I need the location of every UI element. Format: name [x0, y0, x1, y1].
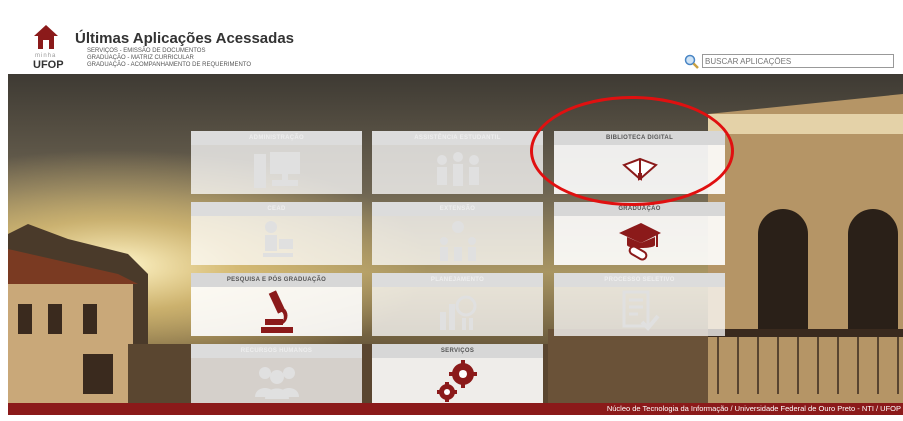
page-title: Últimas Aplicações Acessadas: [75, 30, 295, 47]
tile-pesquisa-pos-graduacao[interactable]: PESQUISA E PÓS GRADUAÇÃO: [191, 273, 362, 336]
tile-label: PESQUISA E PÓS GRADUAÇÃO: [191, 273, 362, 287]
house-icon: [34, 25, 58, 49]
tile-label: ASSISTÊNCIA ESTUDANTIL: [372, 131, 543, 145]
tile-cead[interactable]: CEAD: [191, 202, 362, 265]
graduation-cap-icon: [618, 222, 661, 260]
search-box: [684, 54, 894, 70]
recent-app-link[interactable]: GRADUAÇÃO - ACOMPANHAMENTO DE REQUERIMEN…: [87, 62, 251, 69]
network-icon: [439, 220, 476, 261]
tile-recursos-humanos[interactable]: RECURSOS HUMANOS: [191, 344, 362, 403]
computer-icon: [253, 151, 300, 188]
gears-icon: [436, 359, 477, 402]
tile-administracao[interactable]: ADMINISTRAÇÃO: [191, 131, 362, 194]
student-desk-icon: [262, 220, 293, 257]
people-icon: [254, 366, 299, 399]
search-input[interactable]: [702, 54, 894, 68]
ufop-logo[interactable]: minha UFOP: [33, 24, 64, 71]
tile-assistencia-estudantil[interactable]: ASSISTÊNCIA ESTUDANTIL: [372, 131, 543, 194]
tile-processo-seletivo[interactable]: PROCESSO SELETIVO: [554, 273, 725, 336]
tile-label: PLANEJAMENTO: [372, 273, 543, 287]
recent-apps-list: SERVIÇOS - EMISSÃO DE DOCUMENTOS GRADUAÇ…: [87, 48, 251, 69]
group-icon: [436, 151, 479, 186]
highlight-circle: [530, 96, 734, 206]
tile-extensao[interactable]: EXTENSÃO: [372, 202, 543, 265]
tile-label: EXTENSÃO: [372, 202, 543, 216]
tile-label: ADMINISTRAÇÃO: [191, 131, 362, 145]
tile-servicos[interactable]: SERVIÇOS: [372, 344, 543, 403]
tile-planejamento[interactable]: PLANEJAMENTO: [372, 273, 543, 336]
search-icon[interactable]: [684, 54, 700, 70]
tile-label: SERVIÇOS: [372, 344, 543, 358]
header: minha UFOP Últimas Aplicações Acessadas …: [0, 0, 903, 74]
recent-app-link[interactable]: GRADUAÇÃO - MATRIZ CURRICULAR: [87, 55, 251, 62]
tile-label: RECURSOS HUMANOS: [191, 344, 362, 358]
microscope-icon: [260, 289, 293, 333]
tile-label: PROCESSO SELETIVO: [554, 273, 725, 287]
chart-icon: [439, 295, 476, 330]
recent-app-link[interactable]: SERVIÇOS - EMISSÃO DE DOCUMENTOS: [87, 48, 251, 55]
footer-bar: Núcleo de Tecnologia da Informação / Uni…: [8, 403, 903, 415]
tile-label: CEAD: [191, 202, 362, 216]
logo-text: UFOP: [33, 59, 64, 71]
checklist-icon: [622, 290, 660, 331]
tile-graduacao[interactable]: GRADUAÇÃO: [554, 202, 725, 265]
footer-text: Núcleo de Tecnologia da Informação / Uni…: [606, 404, 901, 413]
